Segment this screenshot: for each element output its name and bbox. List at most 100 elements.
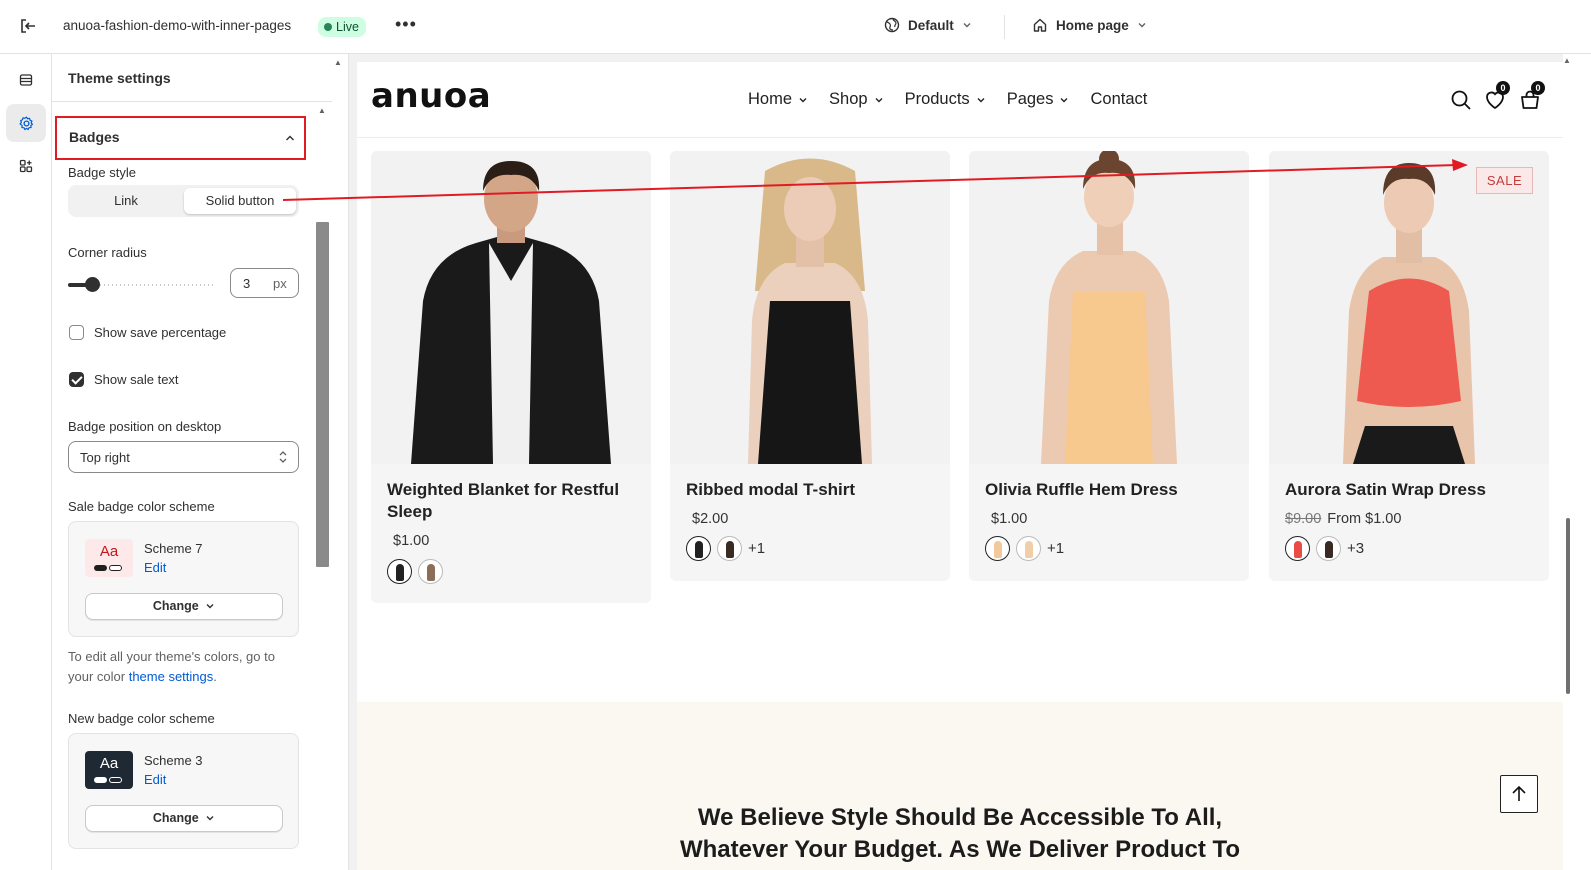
product-image[interactable] [371, 151, 651, 464]
corner-radius-value: 3 [243, 276, 251, 291]
product-title[interactable]: Olivia Ruffle Hem Dress [985, 479, 1235, 501]
color-swatch[interactable] [1285, 536, 1310, 561]
nav-item-pages[interactable]: Pages [1007, 90, 1070, 109]
nav-item-products[interactable]: Products [905, 90, 986, 109]
editor-rail [0, 54, 52, 870]
chevron-down-icon [963, 23, 971, 28]
sale-badge-scheme-card: Aa Scheme 7 Edit Change [68, 521, 299, 637]
show-sale-text-checkbox[interactable] [69, 372, 84, 387]
nav-item-contact[interactable]: Contact [1090, 90, 1147, 109]
scheme-edit-link[interactable]: Edit [144, 772, 166, 787]
product-image[interactable] [969, 151, 1249, 464]
nav-item-shop[interactable]: Shop [829, 90, 884, 109]
scroll-up-icon[interactable]: ▲ [1563, 56, 1571, 65]
show-save-percentage-checkbox[interactable] [69, 325, 84, 340]
sale-badge: SALE [1476, 167, 1533, 194]
nav-item-label: Contact [1090, 90, 1148, 108]
badge-style-label: Badge style [68, 165, 136, 180]
more-swatches[interactable]: +1 [1047, 540, 1064, 557]
new-scheme-label: New badge color scheme [68, 711, 215, 726]
corner-radius-input[interactable]: 3 px [230, 268, 299, 298]
color-swatch[interactable] [1316, 536, 1341, 561]
chevron-down-icon [1060, 97, 1068, 102]
scheme-change-button[interactable]: Change [85, 805, 283, 832]
color-swatch[interactable] [985, 536, 1010, 561]
badge-position-select[interactable]: Top right [68, 441, 299, 473]
cart-count: 0 [1531, 81, 1545, 95]
more-swatches[interactable]: +3 [1347, 540, 1364, 557]
site-nav: Home Shop Products Pages Contact [748, 90, 1147, 109]
arrow-up-icon [1512, 785, 1526, 801]
color-swatch[interactable] [1016, 536, 1041, 561]
gear-icon [19, 116, 33, 130]
corner-radius-label: Corner radius [68, 245, 147, 260]
product-card[interactable]: SALE Aurora Satin Wrap Dress $9.00 From $… [1269, 151, 1549, 581]
show-save-percentage-label: Show save percentage [94, 325, 227, 340]
more-actions-button[interactable]: ••• [395, 14, 416, 38]
preview-scrollbar[interactable]: ▲ [1563, 54, 1591, 870]
product-card[interactable]: Ribbed modal T-shirt $2.00 +1 [670, 151, 950, 581]
theme-selector[interactable]: Default [884, 17, 972, 33]
help-text: To edit all your theme's colors, go to y… [68, 647, 303, 687]
color-swatch[interactable] [387, 559, 412, 584]
price-value: $2.00 [692, 511, 729, 527]
panel-scrollbar[interactable] [316, 222, 329, 567]
badges-section-header[interactable]: Badges [55, 116, 306, 160]
product-title[interactable]: Aurora Satin Wrap Dress [1285, 479, 1535, 501]
chevron-down-icon [206, 604, 214, 609]
theme-settings-link[interactable]: theme settings [129, 669, 214, 684]
rail-theme-settings-button[interactable] [6, 104, 46, 142]
price-value: From $1.00 [1327, 511, 1402, 527]
scroll-up-icon[interactable]: ▲ [318, 106, 326, 115]
editor-topbar: anuoa-fashion-demo-with-inner-pages Live… [0, 0, 1591, 54]
product-image[interactable] [1269, 151, 1549, 464]
badge-style-segmented-control: Link Solid button [68, 185, 299, 217]
product-card[interactable]: Weighted Blanket for Restful Sleep $1.00 [371, 151, 651, 603]
nav-item-home[interactable]: Home [748, 90, 808, 109]
badge-style-option-link[interactable]: Link [71, 188, 181, 214]
site-logo[interactable]: anuoa [371, 76, 491, 116]
price-value: $1.00 [393, 533, 430, 549]
corner-radius-slider[interactable] [68, 277, 214, 292]
scheme-swatch-pill [109, 777, 122, 783]
search-icon[interactable] [1449, 88, 1473, 112]
sale-scheme-label: Sale badge color scheme [68, 499, 215, 514]
color-swatch[interactable] [418, 559, 443, 584]
scroll-up-icon[interactable]: ▲ [334, 58, 342, 67]
chevron-down-icon [206, 816, 214, 821]
scheme-change-button[interactable]: Change [85, 593, 283, 620]
model-peach-dress-illustration [969, 151, 1249, 464]
scrollbar-thumb[interactable] [1566, 518, 1570, 694]
nav-item-label: Pages [1006, 90, 1054, 108]
back-to-top-button[interactable] [1500, 775, 1538, 813]
scheme-edit-link[interactable]: Edit [144, 560, 166, 575]
product-title[interactable]: Weighted Blanket for Restful Sleep [387, 479, 637, 523]
rail-sections-button[interactable] [6, 61, 46, 99]
help-text-end: . [213, 669, 217, 684]
exit-icon[interactable] [18, 16, 38, 36]
divider [1004, 15, 1005, 39]
product-card[interactable]: Olivia Ruffle Hem Dress $1.00 +1 [969, 151, 1249, 581]
status-badge: Live [318, 17, 366, 37]
slider-thumb[interactable] [84, 277, 100, 292]
product-title[interactable]: Ribbed modal T-shirt [686, 479, 936, 501]
price-value: $1.00 [991, 511, 1028, 527]
badge-position-label: Badge position on desktop [68, 419, 222, 434]
rail-apps-button[interactable] [6, 147, 46, 185]
nav-item-label: Products [904, 90, 970, 108]
color-swatch[interactable] [717, 536, 742, 561]
color-swatch[interactable] [686, 536, 711, 561]
more-swatches[interactable]: +1 [748, 540, 765, 557]
product-image[interactable] [670, 151, 950, 464]
product-swatches: +3 [1285, 536, 1364, 561]
product-swatches: +1 [985, 536, 1064, 561]
chevron-down-icon [875, 97, 883, 102]
scheme-swatch-text: Aa [99, 755, 119, 772]
apps-icon [19, 159, 33, 173]
brand-statement-line: We Believe Style Should Be Accessible To… [697, 804, 1223, 831]
scheme-swatch: Aa [85, 751, 133, 789]
product-price: $1.00 [387, 533, 429, 549]
page-selector[interactable]: Home page [1032, 17, 1147, 33]
badge-style-option-solid-button[interactable]: Solid button [184, 188, 296, 214]
brand-statement-section: We Believe Style Should Be Accessible To… [357, 702, 1563, 870]
